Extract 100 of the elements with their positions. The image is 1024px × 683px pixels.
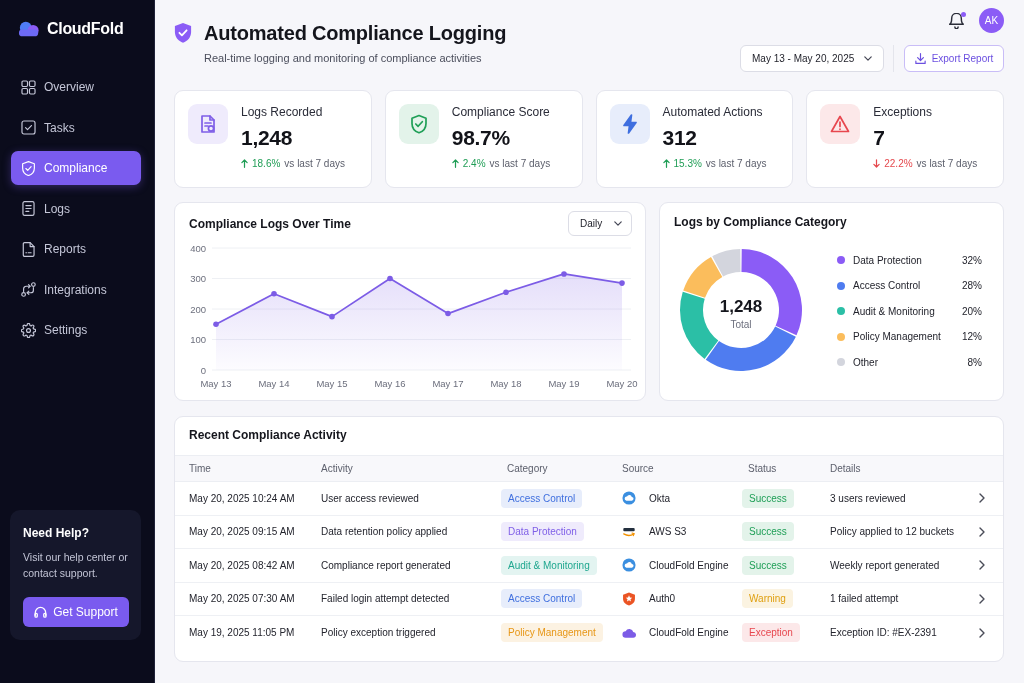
table-cell-text: User access reviewed: [321, 492, 420, 504]
settings-icon: [21, 322, 36, 338]
brand-name: CloudFold: [47, 20, 124, 38]
nav-item[interactable]: Tasks: [11, 110, 141, 145]
nav-item[interactable]: Compliance: [11, 151, 141, 185]
headphones-icon: [34, 606, 48, 618]
x-axis-label: May 19: [548, 378, 580, 389]
table-cell-text: Failed login attempt detected: [321, 593, 451, 605]
chevron-down-icon: [864, 56, 872, 61]
table-cell-text: 3 users reviewed: [830, 492, 907, 504]
change-period: vs last 7 days: [284, 157, 345, 170]
cloud-logo-icon: [18, 21, 40, 37]
chevron-right-icon[interactable]: [979, 593, 985, 604]
legend-percent: 12%: [962, 331, 982, 342]
column-header: Status: [747, 463, 778, 474]
column-header: Activity: [321, 463, 354, 474]
table-cell-text: Policy applied to 12 buckets: [830, 526, 955, 538]
download-icon: [914, 53, 926, 64]
document-lines-icon: [21, 201, 36, 216]
change-period: vs last 7 days: [705, 157, 767, 170]
data-point: [387, 275, 393, 282]
y-axis-label: 300: [190, 273, 206, 284]
y-axis-label: 400: [190, 242, 206, 254]
stat-label: Automated Actions: [662, 104, 764, 120]
category-tag: Data Protection: [501, 522, 584, 542]
table-cell-text: May 20, 2025 08:42 AM: [189, 559, 296, 571]
cloud-disc-icon: [622, 558, 636, 573]
x-axis-label: May 17: [432, 378, 464, 389]
change-value: 22.2%: [884, 157, 913, 170]
file-icon: [21, 241, 36, 257]
donut-total-label: Total: [730, 319, 752, 330]
cloud-disc-icon: [622, 491, 636, 506]
nav-item[interactable]: Logs: [11, 191, 141, 226]
get-support-button[interactable]: Get Support: [23, 597, 129, 627]
legend-label: Access Control: [853, 280, 922, 291]
page-title: Automated Compliance Logging: [204, 21, 507, 45]
nav-item[interactable]: Settings: [11, 313, 141, 347]
data-point: [329, 313, 335, 320]
stat-value: 7: [873, 125, 886, 151]
x-axis-label: May 20: [606, 378, 638, 389]
bell-icon[interactable]: [949, 12, 964, 29]
x-axis-label: May 13: [200, 378, 232, 389]
data-point: [213, 321, 219, 328]
chevron-right-icon[interactable]: [979, 627, 985, 638]
nav-item[interactable]: Integrations: [11, 272, 141, 307]
table-cell-text: May 20, 2025 10:24 AM: [189, 492, 296, 504]
column-header: Time: [189, 463, 212, 474]
category-tag: Policy Management: [501, 623, 603, 643]
chevron-right-icon[interactable]: [979, 526, 985, 537]
change-period: vs last 7 days: [489, 157, 551, 170]
y-axis-label: 100: [190, 334, 206, 345]
nav-item[interactable]: Reports: [11, 232, 141, 266]
table-cell-text: Compliance report generated: [321, 559, 452, 571]
nodes-icon: [21, 282, 36, 297]
data-point: [503, 289, 509, 295]
legend-label: Other: [853, 356, 879, 368]
nav-item[interactable]: Overview: [11, 70, 141, 104]
table-cell-text: Exception ID: #EX-2391: [830, 627, 938, 639]
table-cell-text: 1 failed attempt: [830, 593, 900, 605]
x-axis-label: May 16: [374, 378, 406, 389]
x-axis-label: May 18: [490, 378, 522, 389]
table-cell-text: May 19, 2025 11:05 PM: [189, 627, 296, 639]
avatar[interactable]: AK: [979, 8, 1004, 33]
table-cell-text: May 20, 2025 07:30 AM: [189, 593, 296, 605]
y-axis-label: 200: [190, 303, 206, 315]
period-dropdown[interactable]: Daily: [568, 211, 632, 236]
legend-percent: 20%: [962, 305, 982, 317]
legend-label: Data Protection: [853, 254, 923, 266]
stat-value: 312: [662, 125, 698, 151]
stat-label: Exceptions: [873, 104, 933, 120]
checkbox-icon: [21, 120, 36, 135]
chevron-right-icon[interactable]: [979, 493, 985, 504]
column-header: Details: [830, 463, 862, 474]
stat-label: Compliance Score: [451, 104, 551, 120]
x-axis-label: May 14: [258, 378, 290, 389]
source-name: Okta: [649, 492, 671, 504]
source-name: CloudFold Engine: [649, 559, 729, 571]
shield-check-icon: [21, 160, 36, 176]
x-axis-label: May 15: [316, 378, 348, 389]
status-tag: Exception: [742, 623, 800, 643]
date-range-dropdown[interactable]: May 13 - May 20, 2025: [740, 45, 884, 72]
shield-check-icon: [174, 22, 192, 44]
status-tag: Warning: [742, 589, 793, 609]
star-shield-icon: [622, 591, 636, 606]
table-cell-text: Policy exception triggered: [321, 627, 437, 639]
change-period: vs last 7 days: [916, 157, 978, 170]
status-tag: Success: [742, 488, 794, 508]
change-value: 2.4%: [462, 157, 486, 170]
category-tag: Audit & Monitoring: [501, 555, 597, 575]
help-title: Need Help?: [23, 525, 90, 541]
legend-percent: 32%: [962, 254, 982, 266]
export-button[interactable]: Export Report: [904, 45, 1004, 72]
table-cell-text: Data retention policy applied: [321, 526, 449, 538]
change-value: 15.3%: [673, 157, 702, 170]
data-point: [619, 280, 625, 286]
page-subtitle: Real-time logging and monitoring of compliance activities: [204, 51, 483, 65]
status-tag: Success: [742, 522, 794, 542]
legend-label: Policy Management: [853, 331, 942, 342]
chevron-right-icon[interactable]: [979, 560, 985, 571]
change-value: 18.6%: [252, 157, 281, 170]
